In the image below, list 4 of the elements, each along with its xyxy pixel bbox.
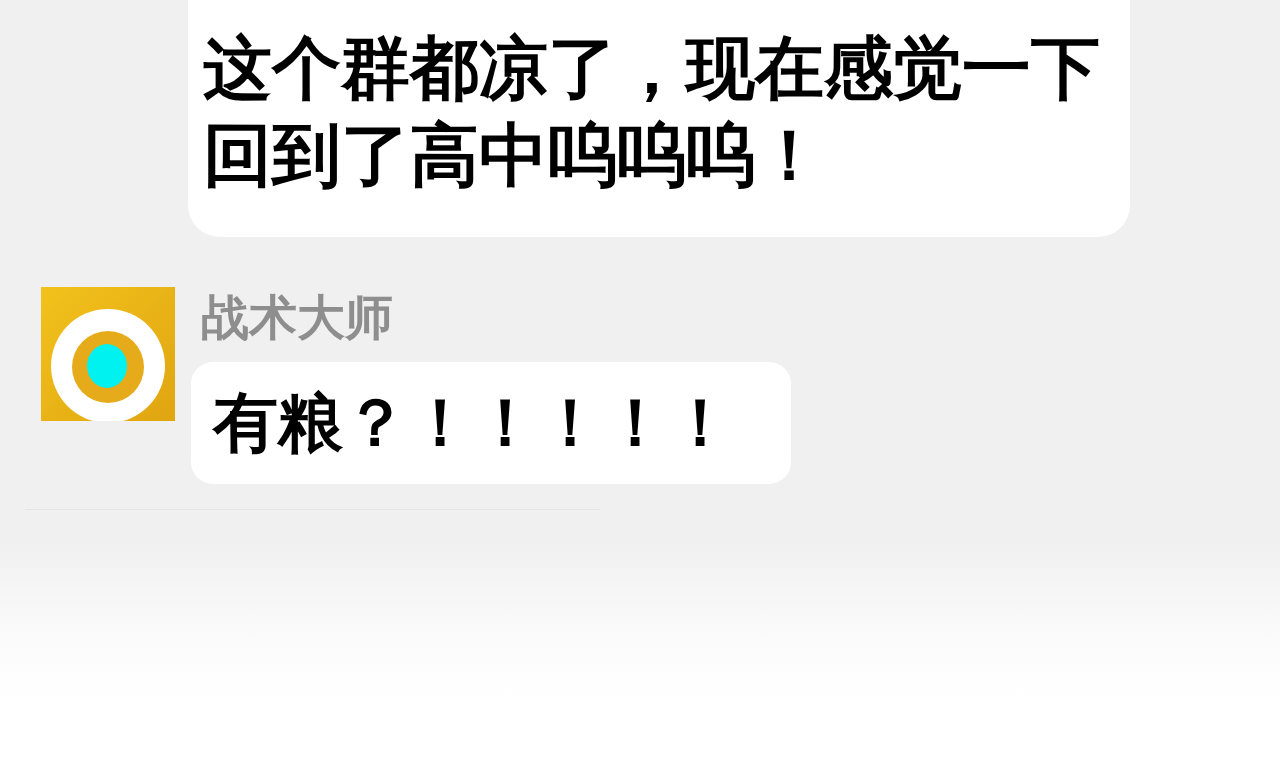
- message-text: 这个群都凉了，现在感觉一下回到了高中呜呜呜！: [203, 27, 1101, 197]
- avatar-icon: [41, 287, 175, 421]
- sender-name: 战术大师: [201, 288, 393, 347]
- message-bubble: 有粮？！！！！！: [191, 362, 791, 484]
